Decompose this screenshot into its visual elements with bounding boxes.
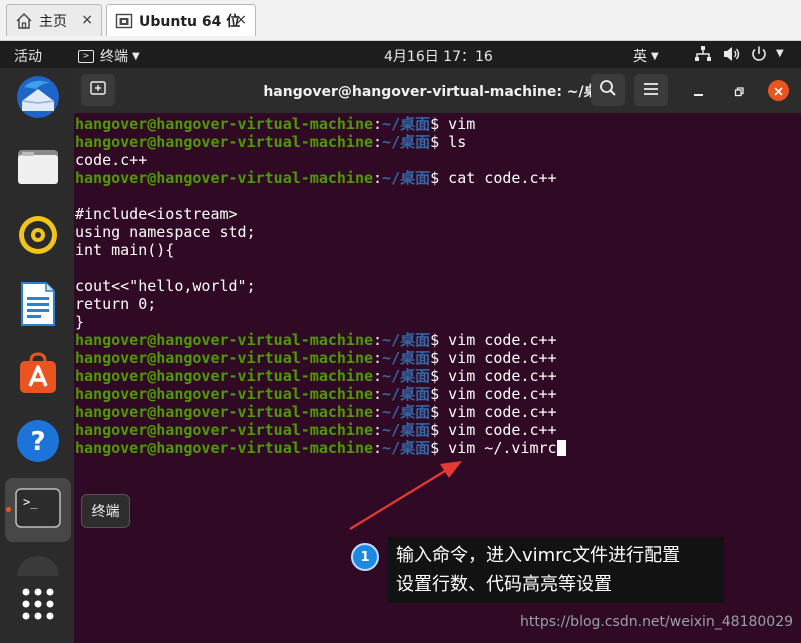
- annotation-badge: 1: [351, 543, 379, 571]
- watermark: https://blog.csdn.net/weixin_48180029: [520, 614, 794, 630]
- annotation-note: 输入命令，进入vimrc文件进行配置 设置行数、代码高亮等设置: [388, 537, 724, 603]
- annotation-line-1: 输入命令，进入vimrc文件进行配置: [396, 545, 681, 566]
- annotation-line-2: 设置行数、代码高亮等设置: [396, 574, 612, 595]
